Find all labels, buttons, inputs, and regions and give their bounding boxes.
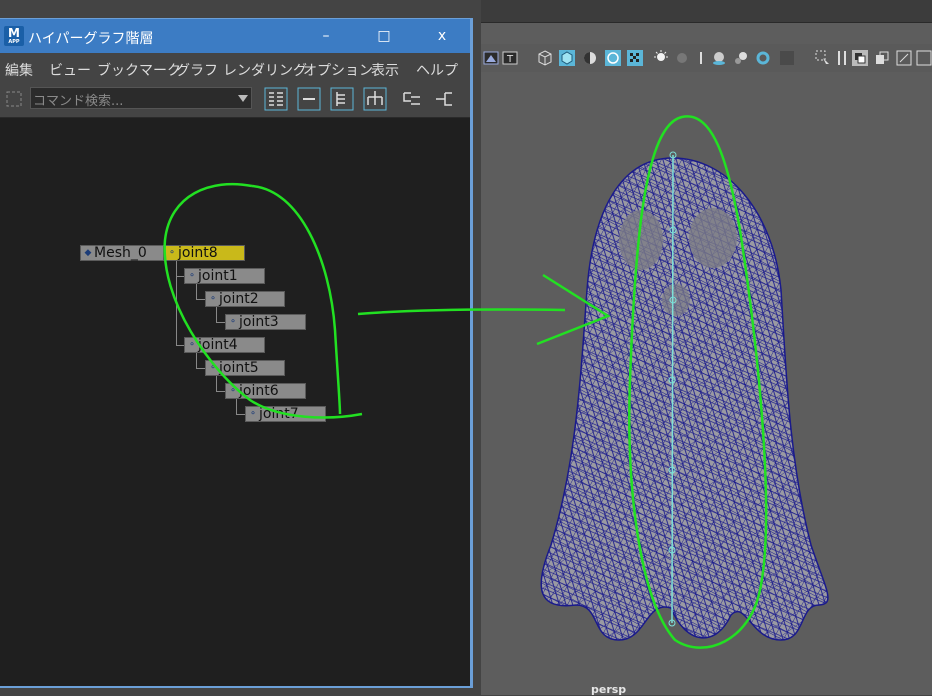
menu-rendering[interactable]: レンダリング <box>223 60 307 80</box>
node-joint5[interactable]: ⚬ joint5 <box>205 360 285 376</box>
close-button[interactable]: x <box>422 19 462 53</box>
transform-icon: ◆ <box>84 248 92 258</box>
node-joint8[interactable]: ⚬ joint8 <box>164 245 245 261</box>
maya-logo-icon: M APP <box>4 26 24 46</box>
node-joint3[interactable]: ⚬ joint3 <box>225 314 306 330</box>
frame-branch-icon[interactable] <box>330 87 354 111</box>
node-mesh-0[interactable]: ◆ Mesh_0 <box>80 245 164 261</box>
output-connections-icon[interactable] <box>432 87 456 111</box>
hypergraph-window: M APP ハイパーグラフ階層 – □ x 編集 ビュー ブックマーク グラフ レ… <box>0 18 473 688</box>
window-title: ハイパーグラフ階層 <box>28 31 154 47</box>
input-connections-icon[interactable] <box>400 87 424 111</box>
chevron-down-icon[interactable] <box>238 95 248 102</box>
frame-selection-icon[interactable] <box>297 87 321 111</box>
tool-row: コマンド検索... <box>0 81 470 118</box>
joint-icon: ⚬ <box>209 363 217 373</box>
joint-icon: ⚬ <box>168 248 176 258</box>
joint-icon: ⚬ <box>188 271 196 281</box>
joint-icon: ⚬ <box>229 386 237 396</box>
search-placeholder: コマンド検索... <box>33 94 124 109</box>
menu-bar: 編集 ビュー ブックマーク グラフ レンダリング オプション 表示 ヘルプ <box>0 53 470 81</box>
title-bar[interactable]: M APP ハイパーグラフ階層 – □ x <box>0 19 470 53</box>
camera-label: persp <box>591 683 627 696</box>
menu-bookmarks[interactable]: ブックマーク <box>97 60 181 80</box>
menu-edit[interactable]: 編集 <box>5 60 33 80</box>
menu-graph[interactable]: グラフ <box>176 60 218 80</box>
minimize-button[interactable]: – <box>306 19 346 53</box>
node-joint6[interactable]: ⚬ joint6 <box>225 383 306 399</box>
joint-icon: ⚬ <box>229 317 237 327</box>
joint-icon: ⚬ <box>188 340 196 350</box>
ghost-mesh-wireframe[interactable] <box>481 0 932 695</box>
viewport-panel[interactable]: T persp <box>481 0 932 696</box>
menu-help[interactable]: ヘルプ <box>416 60 458 80</box>
scene-hierarchy-icon[interactable] <box>363 87 387 111</box>
joint-icon: ⚬ <box>249 409 257 419</box>
node-joint4[interactable]: ⚬ joint4 <box>184 337 265 353</box>
menu-view[interactable]: ビュー <box>49 60 91 80</box>
node-joint1[interactable]: ⚬ joint1 <box>184 268 265 284</box>
menu-options[interactable]: オプション <box>303 60 373 80</box>
layout-handle-icon[interactable] <box>5 90 23 108</box>
menu-show[interactable]: 表示 <box>371 60 399 80</box>
node-joint2[interactable]: ⚬ joint2 <box>205 291 285 307</box>
command-search-input[interactable]: コマンド検索... <box>30 87 252 109</box>
maximize-button[interactable]: □ <box>364 19 404 53</box>
hypergraph-canvas[interactable]: ◆ Mesh_0 ⚬ joint8 ⚬ joint1 ⚬ joint2 ⚬ joint3 … <box>0 118 470 686</box>
connector <box>176 276 185 346</box>
joint-icon: ⚬ <box>209 294 217 304</box>
frame-hierarchy-icon[interactable] <box>264 87 288 111</box>
node-joint7[interactable]: ⚬ joint7 <box>245 406 326 422</box>
